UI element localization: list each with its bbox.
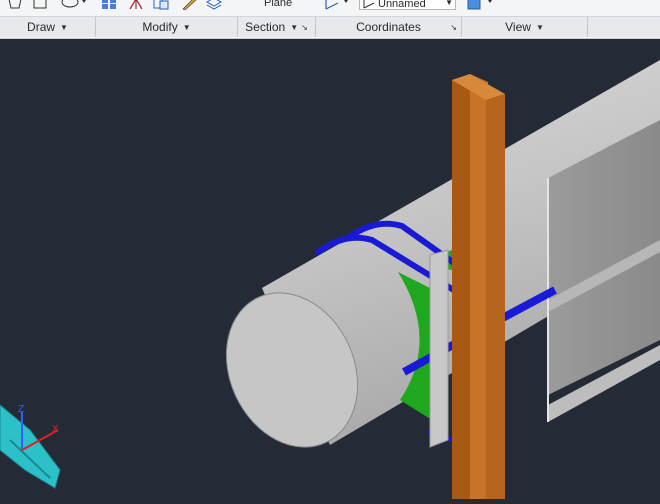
ucs-combo-value: Unnamed [378, 0, 426, 10]
panel-coordinates-label: Coordinates [356, 20, 421, 34]
ellipse-icon[interactable] [58, 0, 90, 11]
array-icon[interactable] [98, 0, 120, 11]
expand-icon: ▼ [535, 22, 544, 32]
expand-icon: ▼ [182, 22, 191, 32]
x-axis-label: X [52, 424, 59, 435]
view-cube-icon[interactable] [464, 0, 496, 11]
panel-view[interactable]: View ▼ [462, 17, 588, 37]
steel-i-beam-column[interactable] [452, 74, 505, 499]
rectangle-icon[interactable] [30, 0, 50, 11]
copy-icon[interactable] [150, 0, 172, 11]
viewport-canvas[interactable]: Z X [0, 38, 660, 499]
pencil-edit-icon[interactable] [178, 0, 200, 11]
polygon-icon[interactable] [4, 0, 26, 11]
panel-section-label: Section [245, 20, 286, 34]
section-plane-label[interactable]: Plane [264, 0, 292, 9]
layer-icon[interactable] [203, 0, 225, 11]
expand-icon: ▼ [290, 22, 299, 32]
ucs-icon[interactable] [320, 0, 352, 11]
ucs-axis-icon: Z X [0, 404, 61, 489]
dialog-launcher-icon[interactable]: ↘ [301, 23, 308, 32]
chevron-down-icon: ▼ [445, 0, 453, 7]
expand-icon: ▼ [60, 22, 68, 32]
panel-draw-label: Draw [27, 20, 56, 34]
panel-section[interactable]: Section ▼ ↘ [238, 17, 316, 37]
z-axis-label: Z [18, 404, 24, 415]
mirror-icon[interactable] [125, 0, 147, 11]
model-viewport[interactable]: Z X [0, 38, 660, 499]
ribbon-tool-row: Plane Unnamed ▼ [0, 0, 660, 14]
panel-draw[interactable]: Draw ▼ [0, 17, 96, 37]
dialog-launcher-icon[interactable]: ↘ [450, 23, 457, 32]
panel-coordinates[interactable]: Coordinates ↘ [316, 17, 462, 37]
ucs-combo[interactable]: Unnamed ▼ [359, 0, 456, 10]
ribbon: Plane Unnamed ▼ Draw ▼ Modify ▼ Section … [0, 0, 660, 39]
support-plate[interactable] [429, 249, 449, 448]
ucs-combo-icon [363, 0, 375, 9]
panel-modify-label: Modify [142, 20, 178, 34]
panel-view-label: View [505, 20, 531, 34]
panel-modify[interactable]: Modify ▼ [96, 17, 238, 37]
ribbon-panel-bar: Draw ▼ Modify ▼ Section ▼ ↘ Coordinates … [0, 16, 660, 37]
